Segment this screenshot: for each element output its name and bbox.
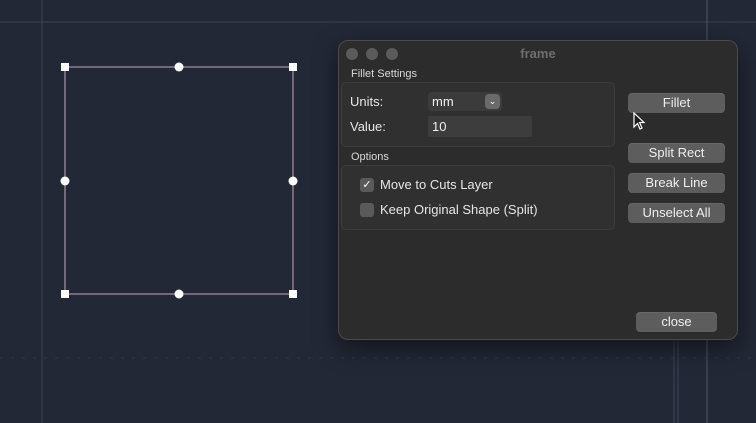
resize-handle-bottom-right[interactable] <box>289 290 297 298</box>
selected-rectangle[interactable] <box>64 66 294 295</box>
move-to-cuts-label[interactable]: Move to Cuts Layer <box>380 177 493 192</box>
split-rect-button[interactable]: Split Rect <box>628 143 725 163</box>
resize-handle-bottom-left[interactable] <box>61 290 69 298</box>
resize-handle-bottom[interactable] <box>174 289 184 299</box>
value-label: Value: <box>350 119 386 134</box>
window-title: frame <box>520 46 556 61</box>
options-group <box>341 165 615 230</box>
close-button[interactable]: close <box>636 312 717 332</box>
resize-handle-top-right[interactable] <box>289 63 297 71</box>
title-bar[interactable]: frame <box>339 41 737 67</box>
fillet-button[interactable]: Fillet <box>628 93 725 113</box>
fillet-value-input[interactable] <box>428 116 532 137</box>
units-select-value: mm <box>432 94 454 109</box>
unselect-all-button[interactable]: Unselect All <box>628 203 725 223</box>
mouse-pointer-icon <box>633 112 646 130</box>
chevron-down-icon: ⌄ <box>485 94 500 109</box>
keep-original-checkbox[interactable] <box>360 203 374 217</box>
units-select[interactable]: mm ⌄ <box>428 92 502 111</box>
options-label: Options <box>351 151 389 163</box>
keep-original-label[interactable]: Keep Original Shape (Split) <box>380 202 538 217</box>
resize-handle-top[interactable] <box>174 62 184 72</box>
resize-handle-left[interactable] <box>60 176 70 186</box>
checkmark-icon: ✓ <box>362 179 372 191</box>
break-line-button[interactable]: Break Line <box>628 173 725 193</box>
resize-handle-right[interactable] <box>288 176 298 186</box>
move-to-cuts-checkbox[interactable]: ✓ <box>360 178 374 192</box>
resize-handle-top-left[interactable] <box>61 63 69 71</box>
units-label: Units: <box>350 94 384 109</box>
fillet-settings-label: Fillet Settings <box>351 68 418 80</box>
